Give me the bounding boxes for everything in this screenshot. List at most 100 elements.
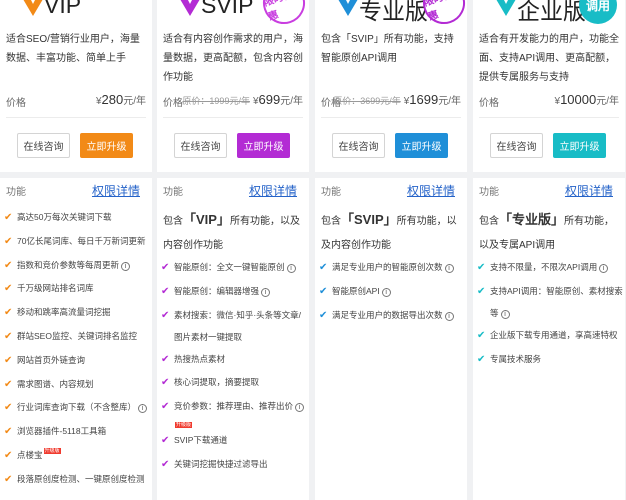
checkmark-icon: ✔ (161, 353, 170, 365)
feature-item: ✔ 智能原创API i (319, 280, 465, 304)
features-label: 功能 (163, 187, 183, 198)
feature-text: SVIP下载通道 (174, 434, 228, 445)
feature-text: 浏览器插件-5118工具箱 (17, 426, 107, 437)
checkmark-icon: ✔ (161, 285, 170, 297)
features-label: 功能 (321, 187, 341, 198)
plan-summary: 企业版 调用 适合有开发能力的用户，功能全面、支持API调用、更高配额，提供专属… (473, 0, 625, 172)
price-row: 价格 原价：3699元/年 ¥1699元/年 (321, 92, 461, 109)
details-link[interactable]: 权限详情 (249, 182, 297, 199)
plan-card-enterprise: 企业版 调用 适合有开发能力的用户，功能全面、支持API调用、更高配额，提供专属… (473, 0, 625, 500)
feature-item: ✔ 指数和竞价参数等每周更新 i (4, 254, 150, 278)
plan-features: 功能 权限详情 ✔ 高达50万每次关键词下载 ✔ 70亿长尾词库、每日千万新词更新 ✔ 指… (0, 178, 152, 500)
feature-item: ✔ 支持API调用：智能原创、素材搜索等 i (477, 280, 623, 324)
info-icon[interactable]: i (138, 404, 148, 414)
info-icon[interactable]: i (121, 261, 131, 271)
info-icon[interactable]: i (444, 264, 454, 273)
info-icon[interactable]: i (261, 287, 271, 297)
feature-item: ✔ 移动和跳率高流量词挖掘 (4, 301, 150, 325)
plan-name: 企业版 (517, 0, 586, 24)
checkmark-icon: ✔ (161, 401, 170, 413)
hot-badge: 升级版 (43, 447, 61, 454)
includes-text: 包含「VIP」所有功能，以及内容创作功能 (163, 208, 307, 258)
consult-button[interactable]: 在线咨询 (490, 133, 543, 158)
price-value: 原价：3699元/年 ¥1699元/年 (333, 92, 461, 107)
checkmark-icon: ✔ (4, 283, 13, 295)
checkmark-icon: ✔ (161, 377, 170, 389)
feature-text: 群站SEO监控、关键词排名监控 (17, 330, 137, 341)
features-header: 功能 权限详情 (163, 183, 303, 199)
consult-button[interactable]: 在线咨询 (17, 133, 70, 158)
checkmark-icon: ✔ (4, 473, 13, 485)
info-icon[interactable]: i (599, 264, 609, 273)
price-unit: 元/年 (123, 96, 146, 107)
feature-item: ✔ 浏览器插件-5118工具箱 (4, 420, 150, 444)
plan-description: 适合SEO/营销行业用户，海量数据、丰富功能、简单上手 (6, 34, 140, 64)
hot-badge-row: 升级版 (174, 419, 307, 429)
feature-text: 智能原创API (332, 285, 380, 296)
checkmark-icon: ✔ (319, 285, 328, 297)
plan-card-pro: 专业版 限时优惠 包含「SVIP」所有功能，支持智能原创API调用 价格 原价：… (315, 0, 467, 500)
checkmark-icon: ✔ (4, 378, 13, 390)
checkmark-icon: ✔ (4, 235, 13, 247)
hot-badge: 升级版 (175, 421, 193, 428)
feature-text: 指数和竞价参数等每周更新 (17, 259, 120, 270)
feature-item: ✔ 关键词挖掘快捷过滤导出 (161, 453, 307, 477)
includes-text: 包含「专业版」所有功能，以及专属API调用 (479, 208, 623, 258)
info-icon[interactable]: i (500, 309, 510, 319)
price-unit: 元/年 (280, 96, 303, 107)
checkmark-icon: ✔ (4, 449, 13, 461)
checkmark-icon: ✔ (319, 262, 328, 273)
checkmark-icon: ✔ (4, 259, 13, 271)
price-label: 价格 (6, 98, 26, 109)
consult-button[interactable]: 在线咨询 (332, 133, 385, 158)
checkmark-icon: ✔ (4, 426, 13, 438)
feature-list: ✔ 满足专业用户的智能原创次数 i ✔ 智能原创API i ✔ 满足专业用户的数据导出次数 i (319, 256, 465, 327)
feature-text: 素材搜索：微信·知乎·头条等文章/图片素材一键提取 (174, 309, 302, 342)
consult-button[interactable]: 在线咨询 (174, 133, 227, 158)
checkmark-icon: ✔ (161, 434, 170, 446)
feature-item: ✔ 点楼宝 升级版 (4, 444, 150, 468)
features-header: 功能 权限详情 (6, 183, 146, 199)
feature-item: ✔ 素材搜索：微信·知乎·头条等文章/图片素材一键提取 (161, 304, 307, 348)
plan-card-svip: SVIP 限时优惠 适合有内容创作需求的用户，海量数据，更高配额，包含内容创作功… (157, 0, 309, 500)
price-value: ¥280元/年 (96, 92, 146, 107)
feature-item: ✔ 网站首页外链查询 (4, 349, 150, 373)
includes-plan: 「SVIP」 (341, 212, 397, 227)
upgrade-button[interactable]: 立即升级 (553, 133, 606, 158)
features-header: 功能 权限详情 (479, 183, 619, 199)
feature-text: 智能原创：编辑器增强 (174, 285, 260, 296)
info-icon[interactable]: i (444, 311, 454, 321)
feature-text: 核心词提取，摘要提取 (174, 377, 260, 388)
checkmark-icon: ✔ (4, 212, 13, 223)
feature-item: ✔ 群站SEO监控、关键词排名监控 (4, 325, 150, 349)
info-icon[interactable]: i (295, 403, 305, 413)
info-icon[interactable]: i (286, 264, 296, 273)
details-link[interactable]: 权限详情 (92, 182, 140, 199)
upgrade-button[interactable]: 立即升级 (80, 133, 133, 158)
price-unit: 元/年 (438, 96, 461, 107)
price-row: 价格 ¥10000元/年 (479, 92, 619, 109)
details-link[interactable]: 权限详情 (565, 182, 613, 199)
info-icon[interactable]: i (381, 287, 391, 297)
price-amount: 699 (258, 92, 281, 107)
upgrade-button[interactable]: 立即升级 (395, 133, 448, 158)
plan-description: 适合有内容创作需求的用户，海量数据，更高配额，包含内容创作功能 (163, 34, 303, 83)
includes-prefix: 包含 (479, 216, 499, 227)
details-link[interactable]: 权限详情 (407, 182, 455, 199)
feature-text: 企业版下载专用通道，享高速特权 (490, 329, 618, 340)
checkmark-icon: ✔ (4, 307, 13, 319)
price-row: 价格 原价：1999元/年 ¥699元/年 (163, 92, 303, 109)
feature-item: ✔ 专属技术服务 (477, 348, 623, 372)
upgrade-button[interactable]: 立即升级 (237, 133, 290, 158)
checkmark-icon: ✔ (477, 329, 486, 341)
feature-text: 关键词挖掘快捷过滤导出 (174, 458, 268, 469)
feature-text: 行业词库查询下载（不含整库） (17, 402, 137, 413)
price-amount: 280 (101, 92, 124, 107)
feature-text: 热搜热点素材 (174, 353, 226, 364)
checkmark-icon: ✔ (477, 262, 486, 273)
plan-features: 功能 权限详情 包含「SVIP」所有功能，以及内容创作功能 ✔ 满足专业用户的智能… (315, 178, 467, 500)
plan-summary: 专业版 限时优惠 包含「SVIP」所有功能，支持智能原创API调用 价格 原价：… (315, 0, 467, 172)
original-price: 原价：1999元/年 (182, 96, 250, 106)
includes-text: 包含「SVIP」所有功能，以及内容创作功能 (321, 208, 465, 258)
feature-text: 高达50万每次关键词下载 (17, 212, 112, 222)
